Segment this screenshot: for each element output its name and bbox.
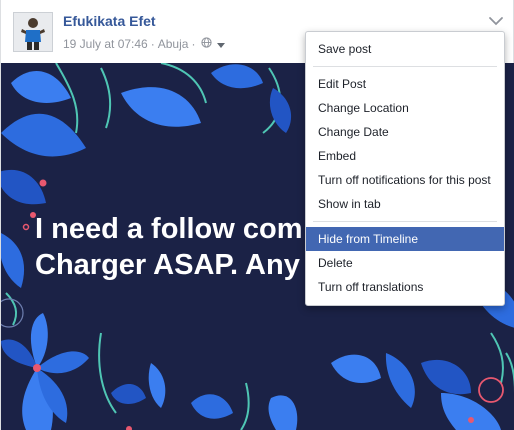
author-name[interactable]: Efukikata Efet	[63, 13, 156, 29]
post-meta: 19 July at 07:46 · Abuja ·	[63, 37, 226, 51]
menu-separator	[313, 66, 497, 67]
post-options-menu: Save post Edit Post Change Location Chan…	[305, 31, 505, 306]
menu-item-change-location[interactable]: Change Location	[306, 96, 504, 120]
caret-down-icon[interactable]	[217, 42, 226, 48]
globe-icon[interactable]	[201, 37, 213, 51]
menu-item-edit-post[interactable]: Edit Post	[306, 72, 504, 96]
menu-separator	[313, 221, 497, 222]
meta-separator: ·	[150, 37, 155, 51]
post-location[interactable]: Abuja	[158, 37, 189, 51]
menu-item-hide-from-timeline[interactable]: Hide from Timeline	[306, 227, 504, 251]
post-date[interactable]: 19 July at 07:46	[63, 37, 148, 51]
menu-item-turn-off-translations[interactable]: Turn off translations	[306, 275, 504, 299]
meta-separator: ·	[191, 37, 196, 51]
chevron-down-icon[interactable]	[488, 15, 504, 27]
menu-item-delete[interactable]: Delete	[306, 251, 504, 275]
menu-item-save-post[interactable]: Save post	[306, 37, 504, 61]
avatar[interactable]	[13, 12, 53, 52]
post-image-text-line1: I need a follow com	[35, 213, 303, 245]
post-image-text-line2: Charger ASAP. Any	[35, 249, 300, 281]
avatar-photo	[14, 13, 52, 51]
menu-item-change-date[interactable]: Change Date	[306, 120, 504, 144]
menu-item-show-in-tab[interactable]: Show in tab	[306, 192, 504, 216]
menu-item-turn-off-notifications[interactable]: Turn off notifications for this post	[306, 168, 504, 192]
post-image-text: I need a follow com Charger ASAP. Any	[35, 211, 303, 283]
menu-item-embed[interactable]: Embed	[306, 144, 504, 168]
post-card: Efukikata Efet 19 July at 07:46 · Abuja …	[0, 0, 514, 430]
